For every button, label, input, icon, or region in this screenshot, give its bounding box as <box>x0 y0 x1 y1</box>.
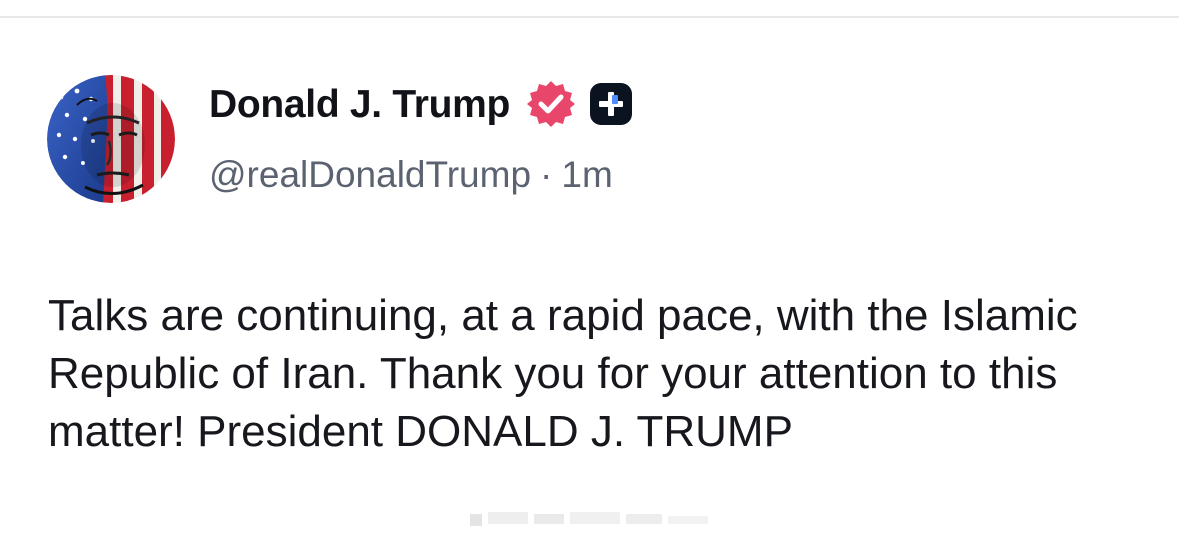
author-display-name[interactable]: Donald J. Trump <box>209 85 510 124</box>
post-card: Donald J. Trump @realDonaldTrump · 1m Ta… <box>0 0 1179 545</box>
author-avatar[interactable] <box>47 75 175 203</box>
post-text: Talks are continuing, at a rapid pace, w… <box>48 291 1078 456</box>
blurred-watermark <box>470 506 720 528</box>
author-name-row: Donald J. Trump <box>209 76 634 132</box>
post-meta: @realDonaldTrump · 1m <box>209 150 613 200</box>
verified-badge-icon <box>526 79 576 129</box>
plus-badge-icon <box>588 81 634 127</box>
author-handle[interactable]: @realDonaldTrump <box>209 154 531 196</box>
flag-portrait-avatar-icon <box>47 75 175 203</box>
post-timestamp[interactable]: 1m <box>561 154 612 196</box>
meta-separator: · <box>540 154 553 195</box>
